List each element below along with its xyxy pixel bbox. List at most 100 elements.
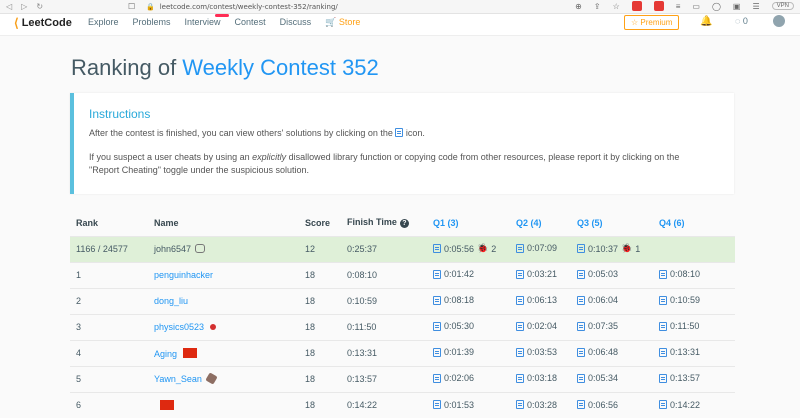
wallet-icon[interactable]: ▣ [733,2,741,11]
solution-doc-icon[interactable] [659,347,667,357]
help-icon[interactable]: ? [399,219,409,229]
table-row: 4 Aging 18 0:13:31 0:01:39 0:03:53 0:06:… [70,339,735,366]
solution-doc-icon[interactable] [433,373,441,383]
solution-doc-icon[interactable] [516,243,524,253]
solution-doc-icon[interactable] [516,373,524,383]
nav-store[interactable]: 🛒 Store [325,17,360,28]
q2-cell: 0:07:09 [510,235,571,262]
col-q2[interactable]: Q2 (4) [510,210,571,236]
table-row: 6 18 0:14:22 0:01:53 0:03:28 0:06:56 0:1… [70,391,735,418]
solution-doc-icon[interactable] [433,244,441,253]
bell-icon[interactable]: 🔔 [700,16,712,27]
contest-name: Weekly Contest 352 [182,55,379,80]
brave-shield-icon[interactable] [631,1,642,11]
col-q4[interactable]: Q4 (6) [653,210,735,236]
solution-doc-icon[interactable] [433,269,441,279]
finish-cell: 0:25:37 [341,235,427,262]
user-link[interactable]: physics0523 [154,322,204,332]
q1-cell: 0:05:30 [427,313,510,340]
solution-doc-icon[interactable] [516,269,524,279]
solution-doc-icon[interactable] [516,321,524,331]
col-rank: Rank [76,217,99,228]
zoom-icon[interactable]: ⊕ [575,2,582,11]
nav-explore[interactable]: Explore [88,17,119,28]
address-bar[interactable]: 🔒 leetcode.com/contest/weekly-contest-352… [146,3,338,11]
page-title: Ranking of Weekly Contest 352 [71,55,379,80]
solution-doc-icon[interactable] [659,400,667,409]
table-row: 3 physics0523 18 0:11:50 0:05:30 0:02:04… [70,313,735,340]
solution-doc-icon[interactable] [516,295,524,305]
name-cell: Yawn_Sean [148,365,299,392]
bookmark-icon[interactable]: ☐ [128,2,135,11]
nav-contest[interactable]: Contest [235,17,266,28]
leetcode-logo-icon: ⟨ [14,16,19,30]
solution-doc-icon[interactable] [659,321,667,331]
solution-doc-icon[interactable] [433,321,441,331]
instructions-text-1: After the contest is finished, you can v… [89,128,425,138]
solution-doc-icon[interactable] [659,295,667,305]
solution-doc-icon[interactable] [577,321,585,331]
score-cell: 18 [299,261,341,288]
col-finish: Finish Time? [341,210,427,236]
reading-list-icon[interactable]: ≡ [676,2,681,11]
finish-cell: 0:10:59 [341,287,427,314]
col-q3[interactable]: Q3 (5) [571,210,653,236]
instructions-heading: Instructions [89,107,151,121]
user-badge-icon [195,244,206,253]
solution-doc-icon[interactable] [433,400,441,409]
nav-interview[interactable]: Interview [185,14,229,28]
site-header: ⟨ LeetCode Explore Problems Interview Con… [0,14,800,36]
solution-doc-icon [395,128,404,137]
q2-cell: 0:06:13 [510,287,571,314]
solution-doc-icon[interactable] [577,347,585,357]
solution-doc-icon[interactable] [577,244,585,253]
back-icon[interactable]: ◁ [6,2,12,11]
forward-icon[interactable]: ▷ [21,2,27,11]
col-q1[interactable]: Q1 (3) [427,210,510,236]
flag-china-icon [183,347,198,358]
finish-cell: 0:08:10 [341,261,427,288]
solution-doc-icon[interactable] [659,373,667,383]
premium-button[interactable]: ☆ Premium [624,15,680,30]
solution-doc-icon[interactable] [577,400,585,409]
q4-cell: 0:08:10 [653,261,735,288]
solution-doc-icon[interactable] [516,400,524,409]
q2-cell: 0:03:28 [510,391,571,418]
browser-toolbar: ◁ ▷ ↻ ☐ 🔒 leetcode.com/contest/weekly-con… [0,0,800,14]
score-cell: 18 [299,339,341,366]
score-cell: 18 [299,287,341,314]
coin-icon: ◌ [735,16,741,26]
q2-cell: 0:03:18 [510,365,571,392]
user-link[interactable]: penguinhacker [154,270,213,280]
q4-cell: 0:10:59 [653,287,735,314]
solution-doc-icon[interactable] [577,373,585,383]
reload-icon[interactable]: ↻ [36,2,43,11]
nav-problems[interactable]: Problems [133,17,171,28]
my-ranking-row: 1166 / 24577 john6547 12 0:25:37 0:05:56… [70,235,735,262]
rank-cell: 2 [70,287,148,314]
rewards-icon[interactable] [653,1,664,11]
solution-doc-icon[interactable] [577,269,585,279]
user-link[interactable]: Aging [154,349,177,359]
browser-nav: ◁ ▷ ↻ [6,2,43,11]
q1-cell: 0:01:53 [427,391,510,418]
nav-discuss[interactable]: Discuss [280,17,312,28]
menu-icon[interactable]: ☰ [752,2,759,11]
solution-doc-icon[interactable] [516,347,524,357]
solution-doc-icon[interactable] [433,295,441,305]
star-icon[interactable]: ☆ [613,2,620,11]
leetcode-logo[interactable]: ⟨ LeetCode [14,16,72,30]
solution-doc-icon[interactable] [577,295,585,305]
user-link[interactable]: dong_liu [154,296,188,306]
solution-doc-icon[interactable] [433,347,441,357]
solution-doc-icon[interactable] [659,269,667,279]
share-icon[interactable]: ⇪ [594,2,601,11]
flag-icon [160,399,174,410]
vpn-button[interactable]: VPN [771,2,794,10]
sidebar-icon[interactable]: ▭ [692,2,700,11]
user-link[interactable]: Yawn_Sean [154,374,202,384]
avatar[interactable] [773,15,785,27]
finish-cell: 0:14:22 [341,391,427,418]
profile-icon[interactable]: ◯ [712,2,721,11]
coin-counter[interactable]: ◌ 0 [735,16,748,26]
